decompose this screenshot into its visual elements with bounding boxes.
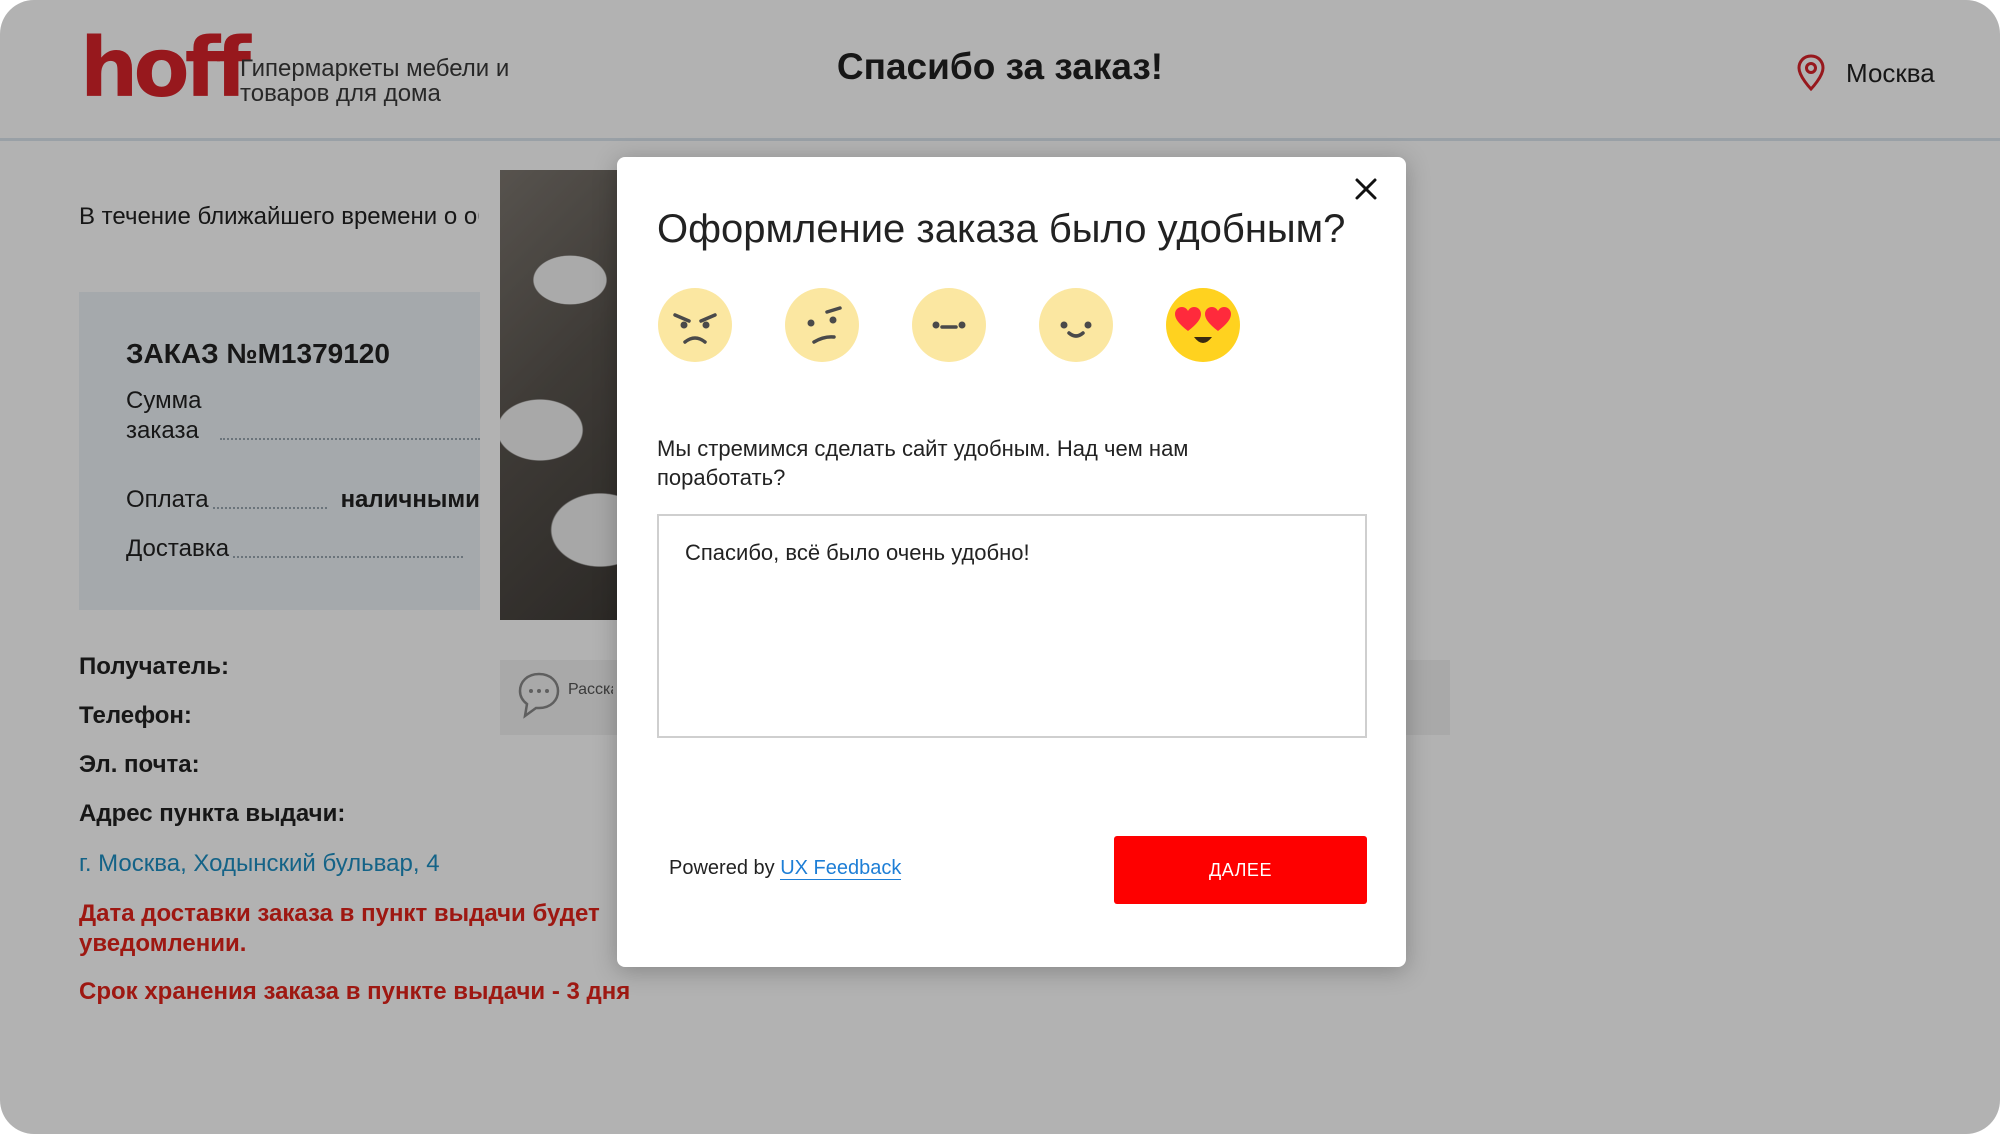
feedback-modal: Оформление заказа было удобным? Мы стрем…: [617, 157, 1406, 967]
slight-smile-face-icon[interactable]: [1038, 287, 1114, 363]
feedback-textarea[interactable]: Спасибо, всё было очень удобно!: [657, 514, 1367, 738]
browser-frame: hoff Гипермаркеты мебели и товаров для д…: [0, 0, 2000, 1134]
angry-face-icon[interactable]: [657, 287, 733, 363]
modal-title: Оформление заказа было удобным?: [657, 207, 1346, 251]
heart-eyes-face-icon[interactable]: [1165, 287, 1241, 363]
neutral-face-icon[interactable]: [911, 287, 987, 363]
improvement-question: Мы стремимся сделать сайт удобным. Над ч…: [657, 436, 1189, 490]
powered-by-prefix: Powered by: [669, 857, 775, 879]
ux-feedback-link[interactable]: UX Feedback: [780, 857, 902, 880]
rating-scale: [657, 287, 1241, 363]
powered-by: Powered by UX Feedback: [669, 857, 902, 880]
close-icon: [1355, 178, 1377, 200]
next-button[interactable]: ДАЛЕЕ: [1114, 836, 1367, 904]
confused-face-icon[interactable]: [784, 287, 860, 363]
close-button[interactable]: [1348, 171, 1384, 207]
